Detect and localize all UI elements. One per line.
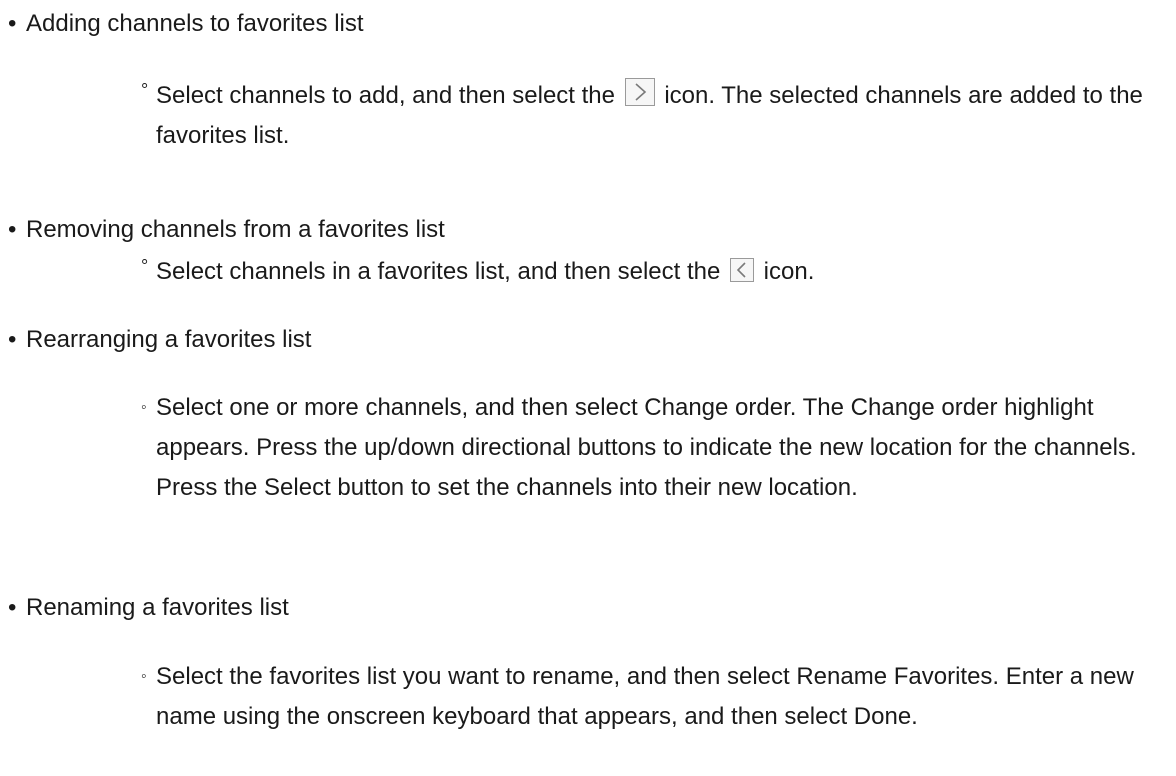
- bullet: •: [8, 216, 17, 243]
- list-item-heading: • Adding channels to favorites list: [8, 12, 364, 36]
- bullet: •: [8, 594, 17, 621]
- sub-item-text: Select the favorites list you want to re…: [156, 663, 1134, 730]
- sub-item-text: Select channels to add, and then select …: [141, 76, 1171, 156]
- heading-text: Adding channels to favorites list: [26, 10, 364, 37]
- sub-item: ◦ Select the favorites list you want to …: [141, 657, 1171, 737]
- sub-bullet: ◦: [141, 668, 147, 685]
- list-item-heading: • Renaming a favorites list: [8, 596, 289, 620]
- bullet: •: [8, 326, 17, 353]
- sub-item-text: Select channels in a favorites list, and…: [156, 258, 815, 285]
- list-item-heading: • Rearranging a favorites list: [8, 328, 311, 352]
- sub-item: ◦ Select one or more channels, and then …: [141, 388, 1171, 508]
- chevron-right-icon: [624, 78, 655, 106]
- sub-item-text: Select one or more channels, and then se…: [156, 394, 1137, 501]
- sub-item: ° Select channels in a favorites list, a…: [141, 252, 1171, 292]
- sub-bullet: °: [141, 80, 149, 100]
- sub-item: ° Select channels to add, and then selec…: [141, 76, 1171, 156]
- sub-bullet: °: [141, 256, 149, 276]
- chevron-left-icon: [730, 258, 754, 282]
- heading-text: Renaming a favorites list: [26, 594, 289, 621]
- bullet: •: [8, 10, 17, 37]
- sub-bullet: ◦: [141, 399, 147, 416]
- heading-text: Rearranging a favorites list: [26, 326, 312, 353]
- heading-text: Removing channels from a favorites list: [26, 216, 445, 243]
- list-item-heading: • Removing channels from a favorites list: [8, 218, 445, 242]
